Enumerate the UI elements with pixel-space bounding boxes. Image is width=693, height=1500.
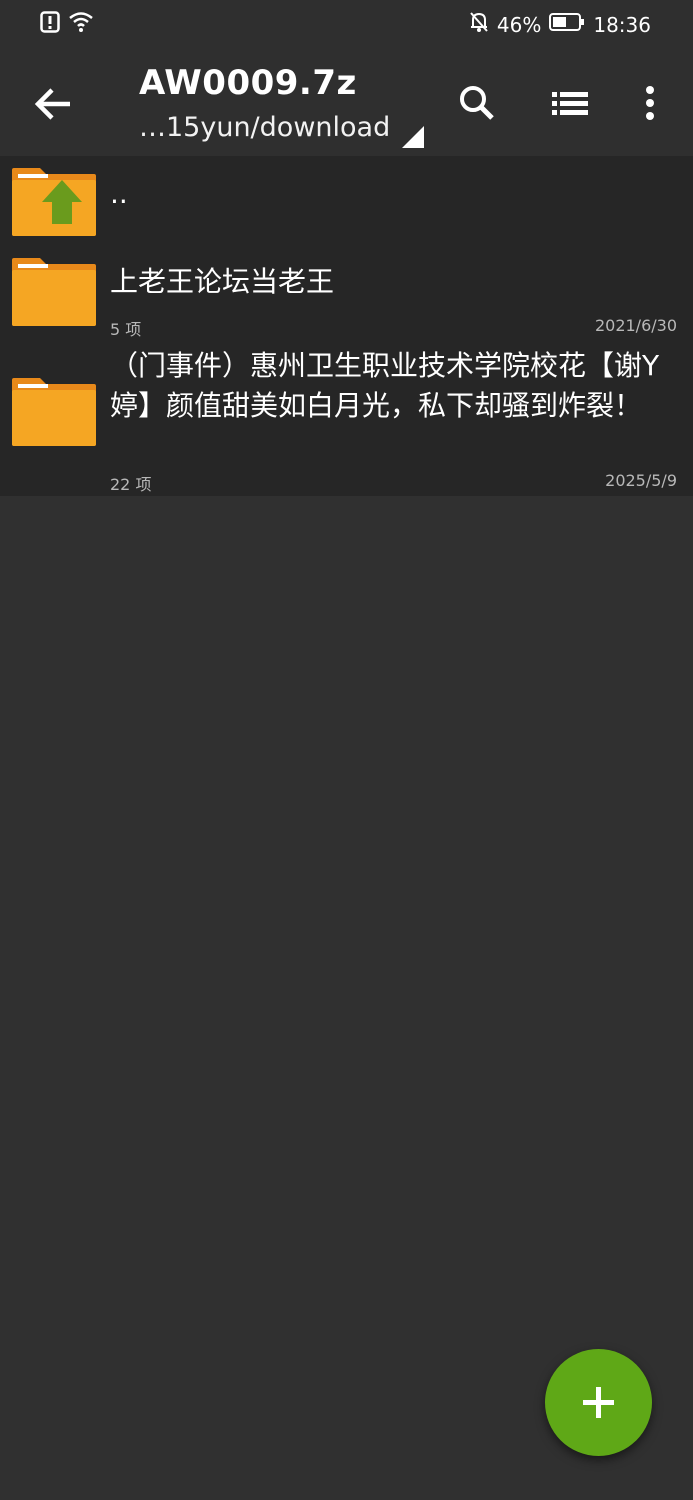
wifi-icon [68, 11, 94, 37]
more-vert-icon [630, 86, 670, 132]
search-icon [452, 86, 502, 132]
folder-name: （门事件）惠州卫生职业技术学院校花【谢Y婷】颜值甜美如白月光，私下却骚到炸裂！ [110, 349, 660, 422]
path-label[interactable]: …15yun/download [139, 112, 390, 143]
status-right: 46% 18:36 [469, 11, 651, 39]
folder-name: 上老王论坛当老王 [110, 265, 335, 298]
folder-icon [10, 256, 98, 328]
item-count: 5 项 [110, 320, 142, 339]
battery-percent: 46% [496, 13, 542, 37]
bell-off-icon [469, 11, 489, 39]
app-bar: AW0009.7z …15yun/download [0, 48, 693, 156]
add-fab-button[interactable] [545, 1349, 652, 1456]
screen: 46% 18:36 AW0009.7z …15yun/download .. 上… [0, 0, 693, 1500]
battery-icon [549, 12, 585, 38]
status-left [40, 11, 94, 37]
alert-icon [40, 11, 60, 37]
modified-date: 2021/6/30 [594, 316, 677, 335]
file-list: .. [0, 156, 693, 496]
clock: 18:36 [593, 13, 651, 37]
parent-dir-name: .. [110, 177, 128, 210]
view-mode-button[interactable] [546, 78, 596, 128]
modified-date: 2025/5/9 [605, 471, 677, 490]
search-button[interactable] [452, 78, 502, 128]
path-dropdown-icon[interactable] [402, 126, 424, 148]
folder-icon [10, 376, 98, 448]
more-options-button[interactable] [630, 78, 670, 128]
back-button[interactable] [28, 78, 80, 130]
item-count: 22 项 [110, 475, 152, 494]
archive-title: AW0009.7z [139, 63, 357, 103]
folder-up-icon [10, 166, 98, 238]
status-bar: 46% 18:36 [0, 0, 693, 48]
list-item-parent-dir[interactable]: .. [0, 156, 693, 244]
plus-icon [583, 1387, 614, 1418]
back-arrow-icon [28, 88, 80, 134]
list-view-icon [546, 92, 596, 132]
